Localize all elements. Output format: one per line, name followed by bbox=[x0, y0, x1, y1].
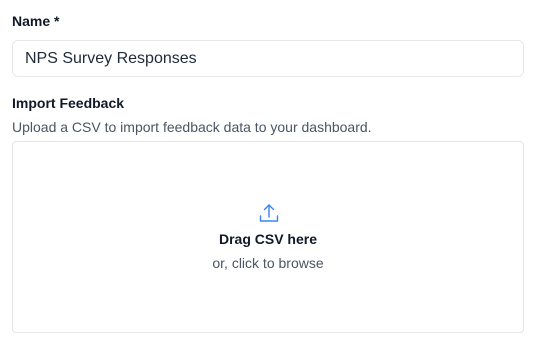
name-label: Name * bbox=[12, 13, 60, 29]
import-help-text: Upload a CSV to import feedback data to … bbox=[12, 119, 372, 135]
name-input[interactable] bbox=[12, 40, 524, 77]
upload-icon bbox=[259, 204, 279, 222]
dropzone-title: Drag CSV here bbox=[218, 231, 318, 247]
import-feedback-label: Import Feedback bbox=[12, 95, 125, 111]
dropzone-browse-text[interactable]: or, click to browse bbox=[13, 254, 523, 272]
import-form: Name * Import Feedback Upload a CSV to i… bbox=[0, 0, 537, 346]
csv-dropzone[interactable]: Drag CSV here or, click to browse bbox=[12, 141, 524, 333]
